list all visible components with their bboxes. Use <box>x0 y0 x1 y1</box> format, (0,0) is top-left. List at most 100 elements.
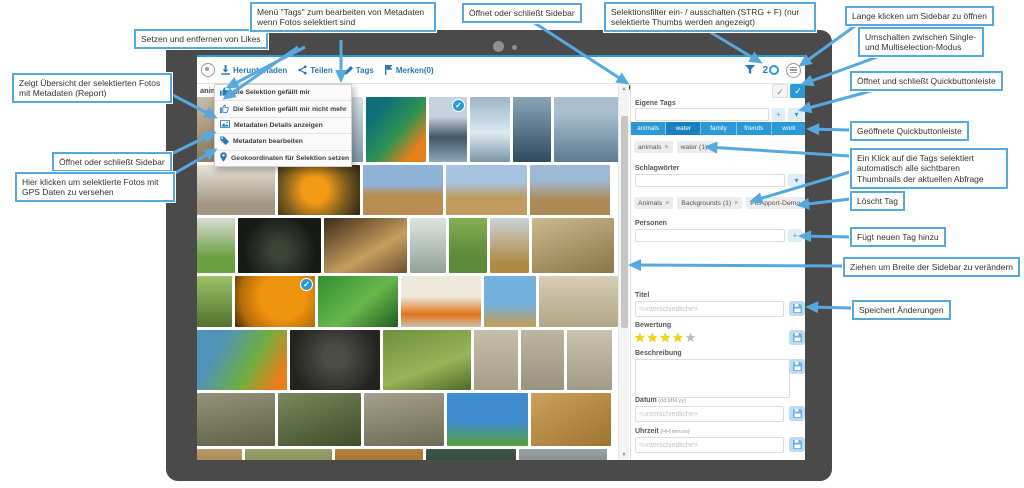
star-4-filled-icon[interactable]: ★ <box>672 330 685 345</box>
quickbutton-animals[interactable]: animals <box>631 122 666 135</box>
quickbutton-work[interactable]: work <box>772 122 805 135</box>
remove-tag-icon[interactable]: × <box>803 200 805 207</box>
remove-tag-icon[interactable]: × <box>664 144 668 151</box>
star-2-filled-icon[interactable]: ★ <box>647 330 660 345</box>
own-tags-input[interactable] <box>635 108 769 121</box>
photo-jellyfish[interactable] <box>278 165 360 215</box>
photo-mantis-brown[interactable] <box>490 218 529 273</box>
photo-croc-leap-2[interactable] <box>521 330 564 390</box>
photo-heron[interactable] <box>410 218 446 273</box>
keyword-chip-backgrounds-1-[interactable]: Backgrounds (1)× <box>677 197 742 209</box>
share-button[interactable]: Teilen <box>298 65 333 75</box>
remove-tag-icon[interactable]: × <box>665 200 669 207</box>
quickbutton-water[interactable]: water <box>666 122 701 135</box>
keyword-chip-picapport-demo[interactable]: PicApport-Demo× <box>746 197 805 209</box>
callout-mode-toggle: Umschalten zwischen Single- und Multisel… <box>858 27 984 57</box>
tags-menu-button[interactable]: Tags <box>344 66 374 75</box>
download-button[interactable]: Herunterladen <box>221 65 287 75</box>
quickbutton-family[interactable]: family <box>701 122 736 135</box>
chip-label: Animals <box>638 200 662 207</box>
add-own-tag-button[interactable]: + <box>772 108 785 121</box>
uhrzeit-input[interactable] <box>635 437 784 453</box>
photo-termite-mound[interactable] <box>335 449 423 460</box>
photo-ghost-crab[interactable] <box>539 276 618 327</box>
photo-orcas[interactable] <box>513 97 551 162</box>
star-1-filled-icon[interactable]: ★ <box>634 330 647 345</box>
remove-tag-icon[interactable]: × <box>710 144 714 151</box>
photo-caterpillar[interactable] <box>484 276 536 327</box>
menu-item-2[interactable]: Die Selektion gefällt mir nicht mehr <box>215 101 351 117</box>
filter-icon[interactable] <box>745 65 755 75</box>
photo-bee-swarm[interactable]: ✓ <box>235 276 315 327</box>
photo-motorbike[interactable] <box>519 449 607 460</box>
keywords-input[interactable] <box>635 174 785 187</box>
save-datum-button[interactable] <box>789 406 805 421</box>
photo-whale-tail[interactable]: ✓ <box>429 97 467 162</box>
photo-parrot-head[interactable] <box>197 330 287 390</box>
star-5-empty-icon[interactable]: ★ <box>685 330 698 345</box>
bookmark-button[interactable]: Merken(0) <box>385 65 434 75</box>
photo-croc-leap-3[interactable] <box>567 330 612 390</box>
rating-stars[interactable]: ★★★★★ <box>634 330 697 346</box>
photo-croc-head[interactable] <box>197 393 275 446</box>
photo-chipmunk-pair[interactable] <box>446 165 527 215</box>
app-logo-icon[interactable] <box>201 63 215 77</box>
photo-peacock[interactable] <box>238 218 321 273</box>
photo-chipmunk-1[interactable] <box>363 165 443 215</box>
photo-lorikeets[interactable] <box>447 393 528 446</box>
own-chip-animals[interactable]: animals× <box>634 141 673 153</box>
save-beschreibung-button[interactable] <box>789 359 805 374</box>
own-chip-water-1-[interactable]: water (1)× <box>677 141 719 153</box>
photo-croc-snout[interactable] <box>364 393 444 446</box>
menu-item-1[interactable]: Die Selektion gefällt mir <box>215 85 351 101</box>
photo-croc-dark[interactable] <box>426 449 516 460</box>
photo-croc-group[interactable] <box>278 393 361 446</box>
menu-item-label: Die Selektion gefällt mir nicht mehr <box>233 106 347 113</box>
photo-seal[interactable] <box>197 165 275 215</box>
photo-hummingbird-flowers[interactable] <box>401 276 481 327</box>
photo-hummingbird-leaves[interactable] <box>318 276 398 327</box>
photo-whale-fluke-sea[interactable] <box>554 97 618 162</box>
callout-sidebar-left: Öffnet oder schließt Sidebar <box>52 152 172 172</box>
single-selection-button[interactable]: ✓ <box>772 84 788 98</box>
datum-input[interactable] <box>635 406 784 422</box>
save-bewertung-button[interactable] <box>789 330 805 345</box>
keywords-caret-button[interactable]: ▾ <box>788 174 805 187</box>
photo-whale-blow[interactable] <box>470 97 510 162</box>
tags-dropdown-menu: Die Selektion gefällt mir Die Selektion g… <box>214 84 352 167</box>
titel-input[interactable] <box>635 301 784 317</box>
quickbutton-friends[interactable]: friends <box>737 122 772 135</box>
photo-black-bird[interactable] <box>290 330 380 390</box>
grid-scrollbar[interactable]: ▲ ▼ <box>618 84 629 460</box>
bookmark-label: Merken(0) <box>396 66 434 75</box>
photo-mantis-green[interactable] <box>197 276 232 327</box>
scroll-down-icon[interactable]: ▼ <box>619 452 629 458</box>
add-person-button[interactable]: + <box>788 229 802 242</box>
photo-crab-closeup[interactable] <box>324 218 407 273</box>
menu-circle-icon[interactable] <box>786 63 801 78</box>
star-3-filled-icon[interactable]: ★ <box>659 330 672 345</box>
scroll-up-icon[interactable]: ▲ <box>619 86 629 92</box>
photo-croc-grass[interactable] <box>383 330 471 390</box>
menu-item-5[interactable]: Geokoordinaten für Selektion setzen <box>215 151 351 166</box>
menu-item-3[interactable]: Metadaten Details anzeigen <box>215 118 351 134</box>
multi-selection-button[interactable]: ✓ <box>790 84 805 98</box>
remove-tag-icon[interactable]: × <box>734 200 738 207</box>
photo-lovebirds[interactable] <box>197 218 235 273</box>
photo-croc-leap-1[interactable] <box>474 330 518 390</box>
menu-item-4[interactable]: Metadaten bearbeiten <box>215 134 351 150</box>
photo-wallaby-2[interactable] <box>197 449 242 460</box>
save-uhrzeit-button[interactable] <box>789 437 805 452</box>
photo-wallaby[interactable] <box>531 393 611 446</box>
photo-macaw[interactable] <box>366 97 426 162</box>
photo-chipmunk-2[interactable] <box>530 165 610 215</box>
persons-input[interactable] <box>635 229 785 242</box>
photo-shoebill[interactable] <box>449 218 487 273</box>
beschreibung-textarea[interactable] <box>635 359 790 398</box>
scrollbar-thumb[interactable] <box>621 116 628 328</box>
photo-lizard[interactable] <box>245 449 332 460</box>
quickbar-toggle-button[interactable]: ▾ <box>788 108 805 121</box>
photo-grasshopper[interactable] <box>532 218 614 273</box>
save-titel-button[interactable] <box>789 301 805 316</box>
keyword-chip-animals[interactable]: Animals× <box>634 197 673 209</box>
